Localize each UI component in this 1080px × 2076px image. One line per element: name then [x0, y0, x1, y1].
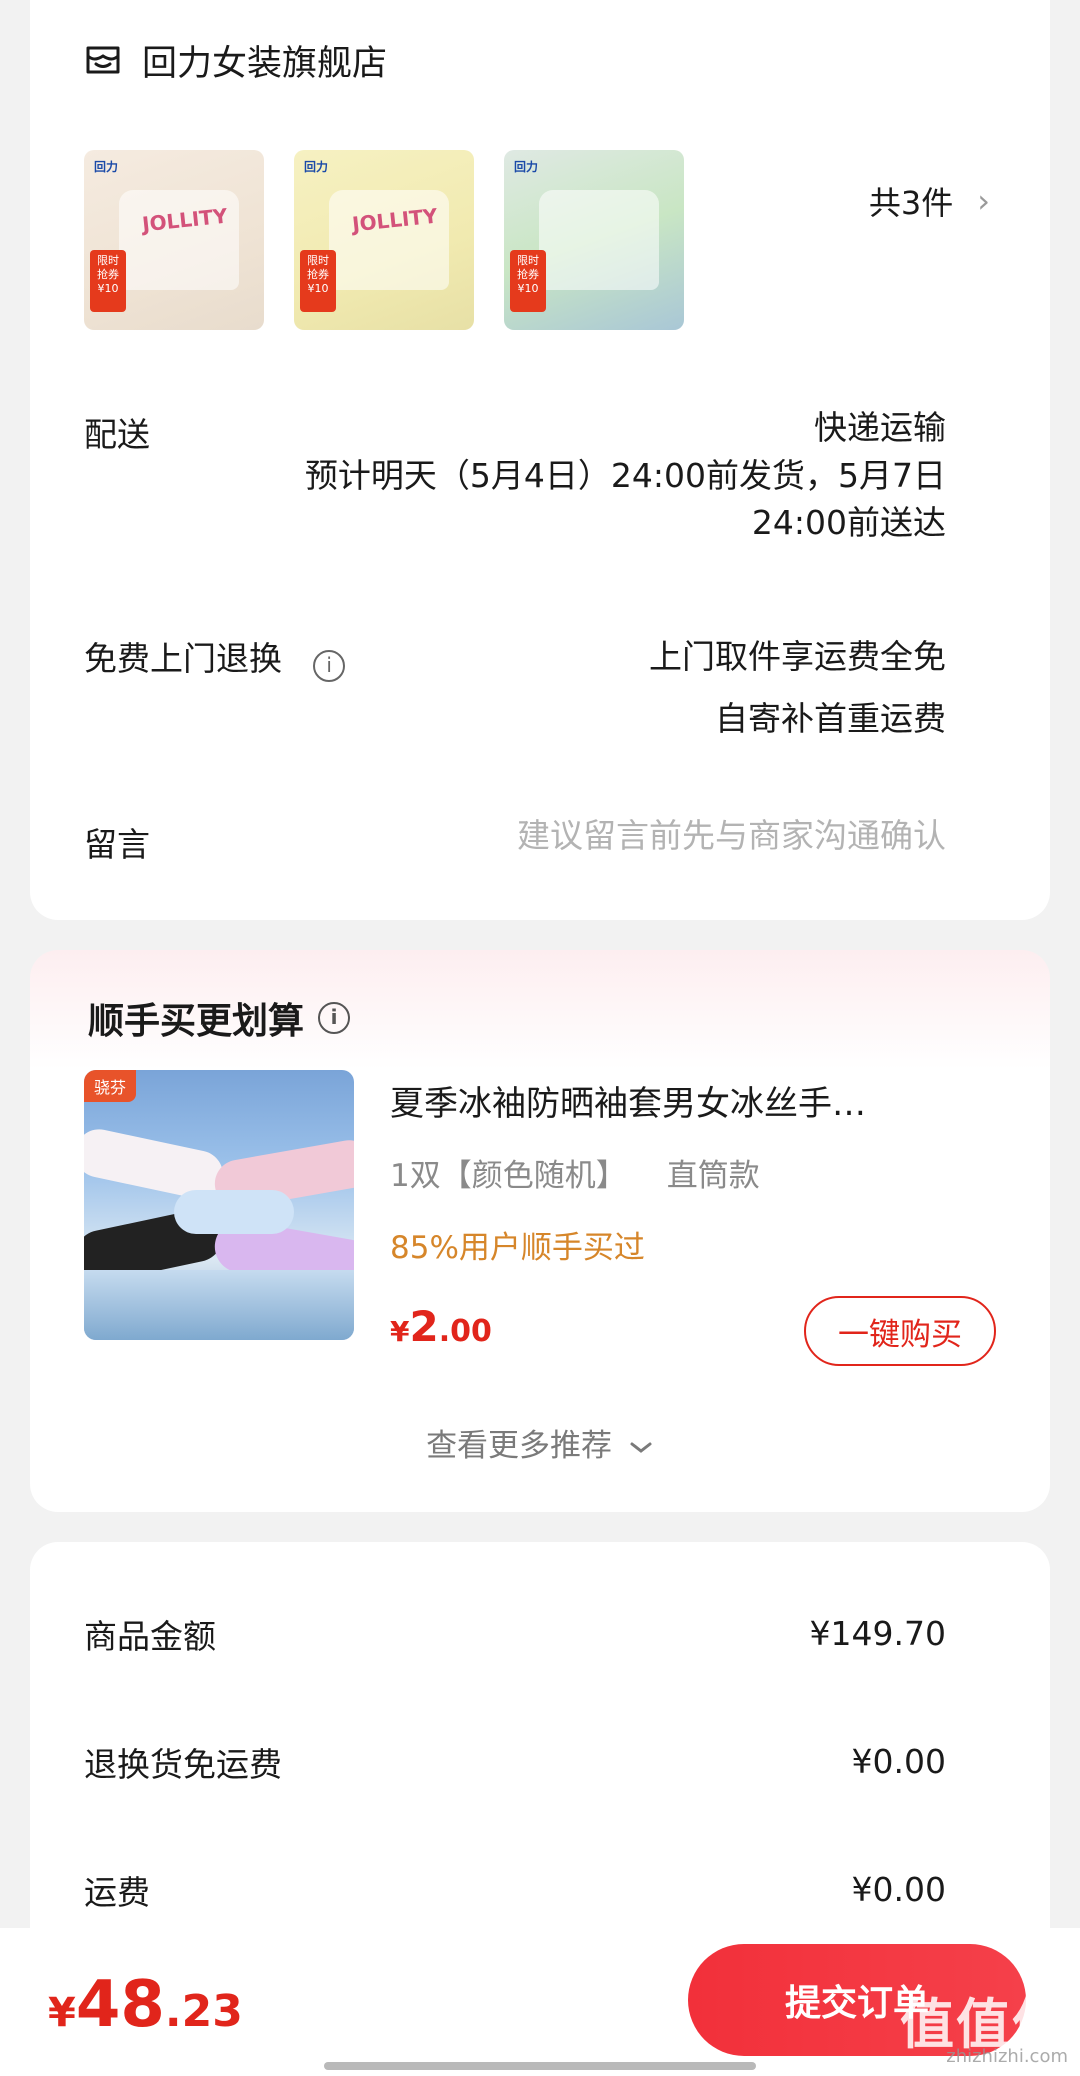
- total-price: ¥48.23: [48, 1968, 243, 2042]
- store-header[interactable]: 回力女装旗舰店: [84, 38, 387, 84]
- delivery-label: 配送: [84, 415, 150, 454]
- summary-label: 运费: [84, 1873, 150, 1912]
- product-thumbnail[interactable]: 回力 JOLLITY 限时 抢券 ¥10: [294, 150, 474, 330]
- addon-price: ¥2.00: [390, 1302, 492, 1351]
- item-count: 共3件: [868, 184, 954, 222]
- ice-background: [84, 1270, 354, 1340]
- summary-label: 退换货免运费: [84, 1745, 282, 1784]
- message-label: 留言: [84, 825, 150, 864]
- total-integer: 48: [75, 1968, 165, 2042]
- coupon-tag: 限时 抢券 ¥10: [90, 250, 126, 312]
- spec-style: 直筒款: [666, 1158, 760, 1194]
- coupon-tag: 限时 抢券 ¥10: [510, 250, 546, 312]
- coupon-tag: 限时 抢券 ¥10: [300, 250, 336, 312]
- price-decimal: .00: [438, 1314, 492, 1349]
- thumbnail-logo: 回力: [514, 160, 539, 174]
- free-return-label: 免费上门退换: [84, 639, 282, 678]
- message-row[interactable]: 留言 建议留言前先与商家沟通确认: [84, 816, 946, 866]
- addon-product-spec: 1双【颜色随机】 直筒款: [390, 1150, 760, 1195]
- delivery-eta-line2: 24:00前送达: [751, 503, 946, 542]
- tshirt-image: [539, 190, 659, 290]
- addon-product-name[interactable]: 夏季冰袖防晒袖套男女冰丝手…: [390, 1076, 1010, 1125]
- sleeve-blue: [174, 1190, 294, 1234]
- summary-label: 商品金额: [84, 1617, 216, 1656]
- summary-row: 退换货免运费 ¥0.00: [84, 1738, 946, 1786]
- delivery-row[interactable]: 配送 快递运输 预计明天（5月4日）24:00前发货，5月7日 24:00前送达: [84, 408, 946, 542]
- thumbnail-logo: 回力: [304, 160, 329, 174]
- product-thumbnails[interactable]: 回力 JOLLITY 限时 抢券 ¥10 回力 JOLLITY 限时 抢券 ¥1…: [84, 150, 684, 330]
- delivery-eta-line1: 预计明天（5月4日）24:00前发货，5月7日: [304, 456, 946, 495]
- watermark-site: zhizhizhi.com: [946, 2046, 1068, 2067]
- see-more-label: 查看更多推荐: [426, 1428, 613, 1464]
- summary-value: ¥0.00: [851, 1742, 946, 1781]
- price-currency: ¥: [390, 1315, 410, 1348]
- addon-product-image[interactable]: 骁芬: [84, 1070, 354, 1340]
- one-click-buy-button[interactable]: 一键购买: [804, 1296, 996, 1366]
- free-return-line2: 自寄补首重运费: [715, 699, 946, 738]
- price-integer: 2: [409, 1302, 439, 1351]
- info-icon[interactable]: i: [318, 1002, 351, 1034]
- free-return-line1: 上门取件享运费全免: [649, 637, 946, 676]
- item-count-link[interactable]: 共3件 ›: [869, 178, 990, 224]
- free-return-info: 上门取件享运费全免 自寄补首重运费: [649, 626, 946, 750]
- addon-title-text: 顺手买更划算: [88, 1001, 305, 1042]
- home-indicator[interactable]: [324, 2062, 756, 2070]
- chevron-right-icon: ›: [977, 182, 990, 220]
- product-thumbnail[interactable]: 回力 JOLLITY 限时 抢券 ¥10: [84, 150, 264, 330]
- store-name[interactable]: 回力女装旗舰店: [142, 35, 387, 86]
- addon-section-title: 顺手买更划算 i: [88, 992, 351, 1044]
- store-card: 回力女装旗舰店 回力 JOLLITY 限时 抢券 ¥10 回力 JOLLITY …: [30, 0, 1050, 920]
- summary-row: 运费 ¥0.00: [84, 1866, 946, 1914]
- image-brand-tag: 骁芬: [84, 1070, 137, 1102]
- thumbnail-logo: 回力: [94, 160, 119, 174]
- social-proof: 85%用户顺手买过: [390, 1230, 645, 1266]
- see-more-recommendations[interactable]: 查看更多推荐: [30, 1420, 1050, 1465]
- summary-value: ¥0.00: [851, 1870, 946, 1909]
- addon-card: 顺手买更划算 i 骁芬 夏季冰袖防晒袖套男女冰丝手… 1双【颜色随机】 直筒款 8…: [30, 950, 1050, 1512]
- spec-quantity: 1双【颜色随机】: [390, 1158, 627, 1194]
- store-icon: [86, 46, 120, 74]
- total-decimal: .23: [164, 1986, 243, 2037]
- free-return-row: 免费上门退换 i 上门取件享运费全免 自寄补首重运费: [84, 632, 946, 738]
- summary-value: ¥149.70: [809, 1614, 946, 1653]
- delivery-info: 快递运输 预计明天（5月4日）24:00前发货，5月7日 24:00前送达: [305, 404, 946, 546]
- info-icon[interactable]: i: [313, 649, 346, 682]
- total-currency: ¥: [48, 1990, 76, 2036]
- summary-row: 商品金额 ¥149.70: [84, 1610, 946, 1658]
- delivery-method: 快递运输: [814, 408, 946, 447]
- product-thumbnail[interactable]: 回力 限时 抢券 ¥10: [504, 150, 684, 330]
- chevron-down-icon: [630, 1442, 652, 1453]
- message-input[interactable]: 建议留言前先与商家沟通确认: [517, 812, 946, 860]
